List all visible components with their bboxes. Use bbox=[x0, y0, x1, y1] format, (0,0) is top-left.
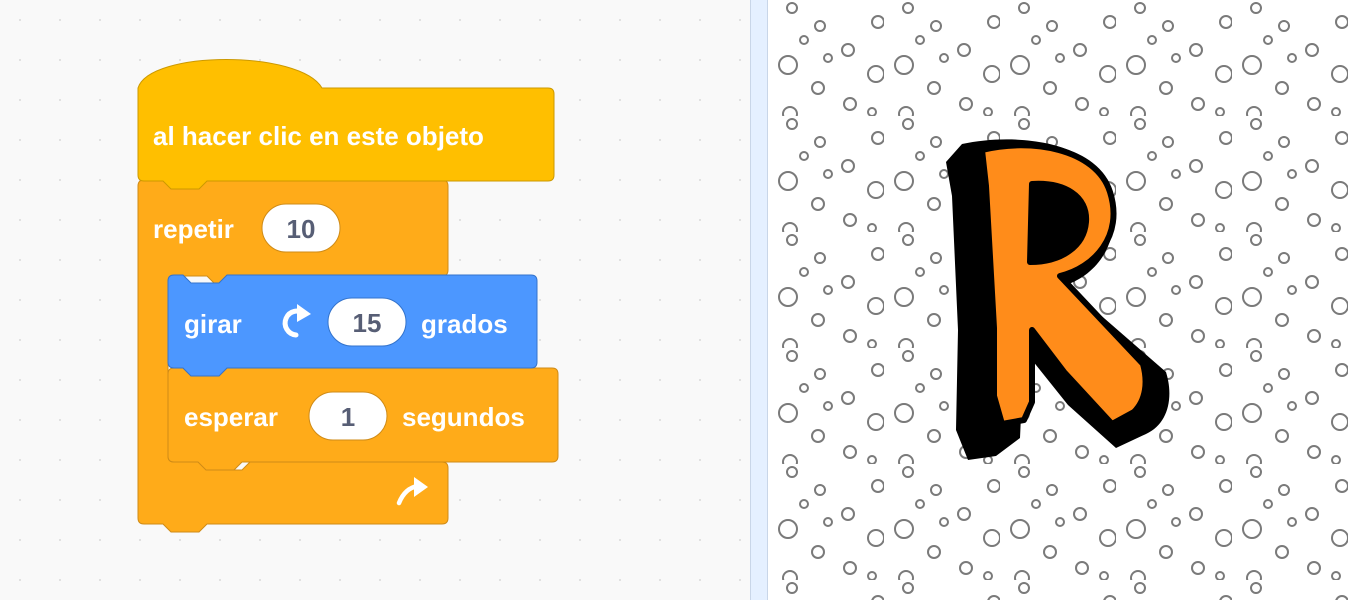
stage[interactable] bbox=[768, 0, 1350, 600]
repeat-count-value: 10 bbox=[287, 214, 316, 244]
wait-unit-label: segundos bbox=[402, 402, 525, 432]
turn-label: girar bbox=[184, 309, 242, 339]
wait-label: esperar bbox=[184, 402, 278, 432]
panel-divider[interactable] bbox=[750, 0, 768, 600]
code-workspace[interactable]: repetir 10 esperar 1 segundos girar 15 g… bbox=[0, 0, 750, 600]
repeat-label: repetir bbox=[153, 214, 234, 244]
hat-label: al hacer clic en este objeto bbox=[153, 121, 484, 151]
workspace-canvas: repetir 10 esperar 1 segundos girar 15 g… bbox=[0, 0, 750, 600]
wait-block[interactable]: esperar 1 segundos bbox=[167, 367, 559, 471]
wait-seconds-value: 1 bbox=[341, 402, 355, 432]
turn-block[interactable]: girar 15 grados bbox=[167, 274, 538, 377]
turn-degrees-value: 15 bbox=[353, 308, 382, 338]
turn-unit-label: grados bbox=[421, 309, 508, 339]
stage-canvas bbox=[768, 0, 1350, 600]
